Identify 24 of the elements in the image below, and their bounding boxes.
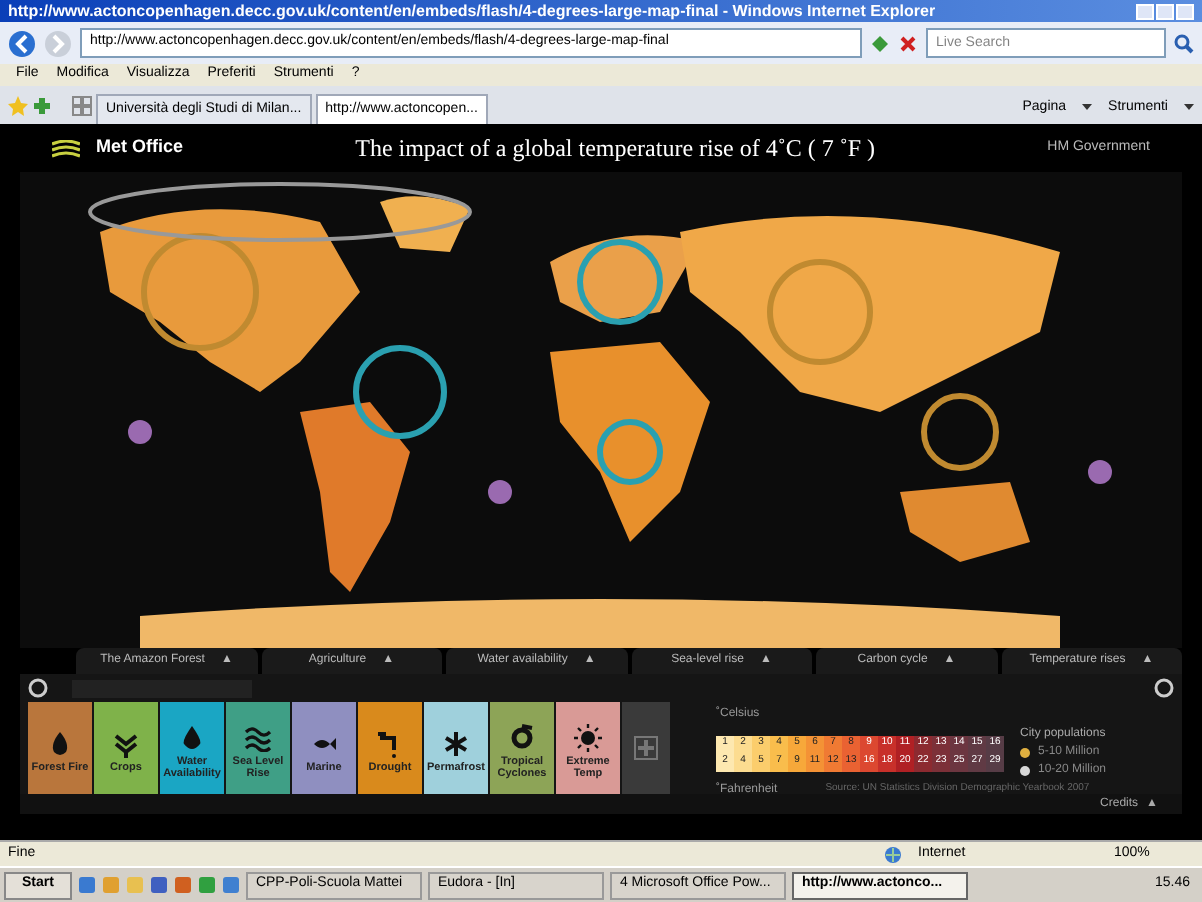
search-icon — [1174, 33, 1194, 53]
logo-text: Met Office — [96, 134, 184, 161]
impact-icon — [574, 724, 602, 752]
tab-grid-icon — [72, 96, 92, 116]
close-button[interactable] — [1176, 3, 1194, 19]
impact-icon — [442, 730, 470, 758]
forward-icon — [44, 29, 72, 57]
window-title: http://www.actoncopenhagen.decc.gov.uk/content/en/embeds/flash/4-degrees-large-map-final - Windows Internet Explorer — [8, 0, 936, 23]
caret-icon — [1082, 104, 1093, 111]
impact-icon — [508, 724, 536, 752]
impact-icon — [244, 724, 272, 752]
globe-icon — [884, 845, 902, 863]
impact-icon — [112, 730, 140, 758]
map-title: The impact of a global temperature rise of 4˚C ( 7 ˚F ) — [353, 132, 878, 166]
maximize-button[interactable] — [1156, 3, 1174, 19]
stop-icon — [898, 33, 918, 53]
logo-icon — [52, 139, 80, 157]
back-icon — [8, 29, 36, 57]
add-icon — [634, 736, 658, 760]
impact-icon — [178, 724, 206, 752]
caret-icon — [1184, 104, 1194, 111]
minimize-button[interactable] — [1136, 3, 1154, 19]
star-icon — [8, 96, 28, 116]
plus-icon — [32, 96, 52, 116]
